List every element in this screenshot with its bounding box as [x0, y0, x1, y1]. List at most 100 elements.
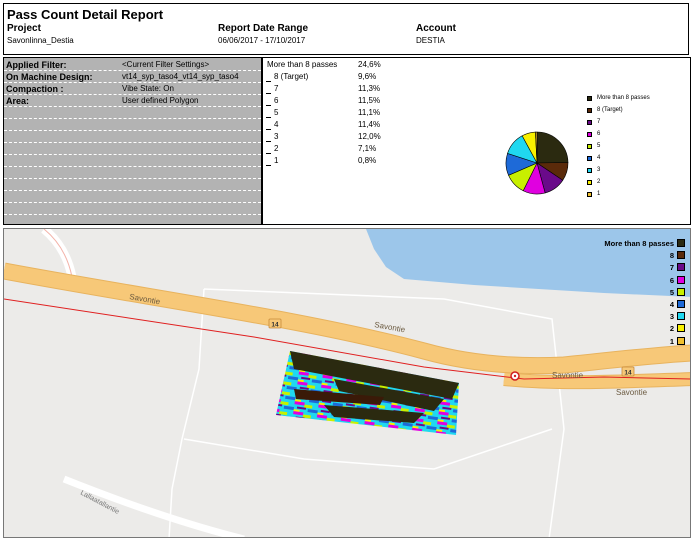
legend-label: 8 (Target) — [597, 107, 623, 113]
legend-swatch — [587, 168, 592, 173]
legend-swatch — [587, 180, 592, 185]
legend-label: 4 — [597, 155, 601, 161]
legend-swatch — [587, 132, 592, 137]
filter-value: <Current Filter Settings> — [122, 60, 210, 69]
pie-legend-item: 5 — [587, 143, 694, 153]
filter-label: Compaction : — [6, 84, 64, 94]
stat-value: 11,4% — [358, 120, 381, 129]
divider — [4, 214, 261, 215]
stat-row: 5 11,1% — [266, 107, 406, 119]
stat-row: More than 8 passes 24,6% — [266, 59, 406, 71]
pie-slice-0 — [536, 131, 569, 164]
filter-label: Area: — [6, 96, 30, 106]
stat-label: 3 — [274, 132, 279, 141]
stat-value: 11,5% — [358, 96, 381, 105]
map-legend-swatch — [677, 239, 685, 247]
date-range-label: Report Date Range — [218, 23, 309, 34]
map-legend-label: 2 — [669, 324, 674, 334]
map-legend-swatch — [677, 275, 685, 284]
legend-swatch — [587, 192, 592, 197]
road-label: Savontie — [616, 388, 648, 397]
project-label: Project — [7, 23, 41, 34]
stat-row: 6 11,5% — [266, 95, 406, 107]
pie-legend-item: 1 — [587, 191, 694, 201]
pie-legend-item: 4 — [587, 155, 694, 165]
map-legend-label: 1 — [669, 336, 674, 346]
report-header: Pass Count Detail Report Project Savonli… — [3, 3, 689, 55]
pie-legend-item: More than 8 passes — [587, 95, 694, 105]
stat-value: 12,0% — [358, 132, 381, 141]
map-legend-label: 5 — [669, 287, 674, 297]
stat-label: 4 — [274, 120, 279, 129]
row-tick — [266, 141, 271, 142]
legend-label: 1 — [597, 191, 601, 197]
legend-swatch — [587, 120, 592, 125]
map-legend-swatch — [677, 263, 685, 272]
divider — [4, 154, 261, 155]
legend-label: 5 — [597, 143, 601, 149]
filter-panel: Applied Filter: <Current Filter Settings… — [4, 58, 263, 224]
map-legend-swatch — [677, 312, 685, 321]
map-legend-label: 8 — [669, 251, 674, 261]
stat-row: 2 7,1% — [266, 143, 406, 155]
map-legend-item: 5 — [568, 287, 688, 299]
stat-label: 7 — [274, 84, 279, 93]
divider — [4, 142, 261, 143]
divider — [4, 178, 261, 179]
account-label: Account — [416, 23, 456, 34]
main-road — [503, 373, 690, 389]
pass-count-pie-chart — [505, 131, 569, 195]
row-tick — [266, 105, 271, 106]
row-tick — [266, 81, 271, 82]
map-legend-label: 3 — [669, 312, 674, 322]
divider — [4, 82, 261, 83]
divider — [4, 190, 261, 191]
divider — [4, 166, 261, 167]
pass-count-table: More than 8 passes 24,6% 8 (Target) 9,6% 7… — [266, 58, 406, 178]
filter-value: Vibe State: On — [122, 84, 174, 93]
map-legend-item: 7 — [568, 262, 688, 274]
road-label: Savontie — [552, 371, 584, 380]
coverage-map: 14 14 Savontie Savontie Savontie Savonti… — [3, 228, 691, 538]
legend-swatch — [587, 144, 592, 149]
divider — [4, 70, 261, 71]
divider — [4, 130, 261, 131]
map-legend-item: 2 — [568, 323, 688, 335]
map-legend-item: 6 — [568, 275, 688, 287]
row-tick — [266, 129, 271, 130]
filter-label: Applied Filter: — [6, 60, 67, 70]
map-legend-item: 8 — [568, 250, 688, 262]
divider — [4, 118, 261, 119]
pie-legend-item: 3 — [587, 167, 694, 177]
legend-swatch — [587, 96, 592, 101]
map-legend-swatch — [677, 287, 685, 296]
divider — [4, 202, 261, 203]
legend-swatch — [587, 108, 592, 113]
map-legend-swatch — [677, 300, 685, 308]
stat-label: More than 8 passes — [267, 60, 338, 69]
map-legend-item: 3 — [568, 311, 688, 323]
legend-swatch — [587, 156, 592, 161]
stat-row: 3 12,0% — [266, 131, 406, 143]
map-legend-label: More than 8 passes — [604, 239, 674, 248]
stat-label: 1 — [274, 156, 279, 165]
row-tick — [266, 93, 271, 94]
stat-row: 7 11,3% — [266, 83, 406, 95]
report-title: Pass Count Detail Report — [7, 7, 164, 22]
stat-label: 2 — [274, 144, 279, 153]
account-value: DESTIA — [416, 36, 445, 45]
stat-value: 11,1% — [358, 108, 381, 117]
pie-legend-item: 7 — [587, 119, 694, 129]
legend-label: 7 — [597, 119, 601, 125]
row-tick — [266, 165, 271, 166]
minor-road — [62, 475, 245, 537]
stat-row: 4 11,4% — [266, 119, 406, 131]
stat-label: 8 (Target) — [274, 72, 309, 81]
filter-value: vt14_syp_taso4_vt14_syp_taso4 — [122, 72, 239, 81]
map-legend-item: More than 8 passes — [568, 238, 688, 250]
row-tick — [266, 153, 271, 154]
map-legend-label: 7 — [669, 263, 674, 273]
legend-label: 3 — [597, 167, 601, 173]
legend-label: 6 — [597, 131, 601, 137]
stat-row: 8 (Target) 9,6% — [266, 71, 406, 83]
